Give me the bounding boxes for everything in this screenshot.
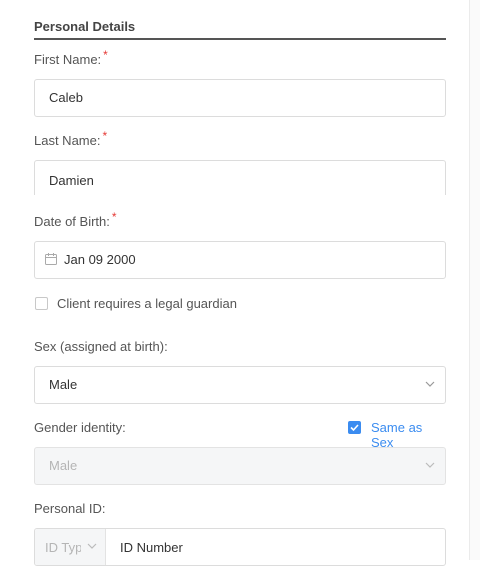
chevron-down-icon (425, 462, 435, 468)
checkmark-icon (350, 424, 359, 432)
gender-select: Male (34, 447, 446, 485)
personal-id-label: Personal ID: (34, 501, 106, 516)
sex-value: Male (49, 377, 78, 392)
section-title: Personal Details (34, 19, 136, 34)
guardian-label[interactable]: Client requires a legal guardian (57, 296, 237, 312)
same-as-sex-label[interactable]: Same as Sex (371, 420, 446, 450)
gender-value: Male (49, 458, 78, 473)
first-name-label-text: First Name: (34, 52, 102, 67)
dob-field[interactable]: Jan 09 2000 (34, 241, 446, 279)
section-divider (34, 38, 446, 40)
first-name-field[interactable]: Caleb (34, 79, 446, 117)
chevron-down-icon (425, 381, 435, 387)
sex-select[interactable]: Male (34, 366, 446, 404)
last-name-label-text: Last Name: (34, 133, 101, 148)
scrollbar[interactable] (469, 0, 480, 560)
last-name-field[interactable]: Damien (34, 160, 446, 195)
last-name-label: Last Name: * (34, 129, 107, 149)
id-number-input[interactable]: ID Number (120, 540, 183, 555)
required-marker: * (102, 129, 108, 143)
calendar-icon (45, 253, 57, 265)
same-as-sex-checkbox[interactable] (348, 421, 361, 434)
first-name-label: First Name: * (34, 48, 108, 68)
personal-id-group: ID Type ID Number (34, 528, 446, 566)
required-marker: * (103, 48, 108, 62)
gender-label: Gender identity: (34, 420, 126, 435)
dob-label-text: Date of Birth: (34, 214, 110, 229)
id-type-placeholder: ID Type (45, 540, 81, 555)
first-name-value: Caleb (49, 90, 83, 105)
dob-label: Date of Birth: * (34, 210, 117, 230)
sex-label: Sex (assigned at birth): (34, 339, 168, 354)
dob-value: Jan 09 2000 (64, 252, 136, 267)
guardian-checkbox[interactable] (35, 297, 48, 310)
chevron-down-icon (87, 543, 97, 549)
required-marker: * (111, 210, 117, 224)
last-name-value: Damien (49, 173, 94, 188)
